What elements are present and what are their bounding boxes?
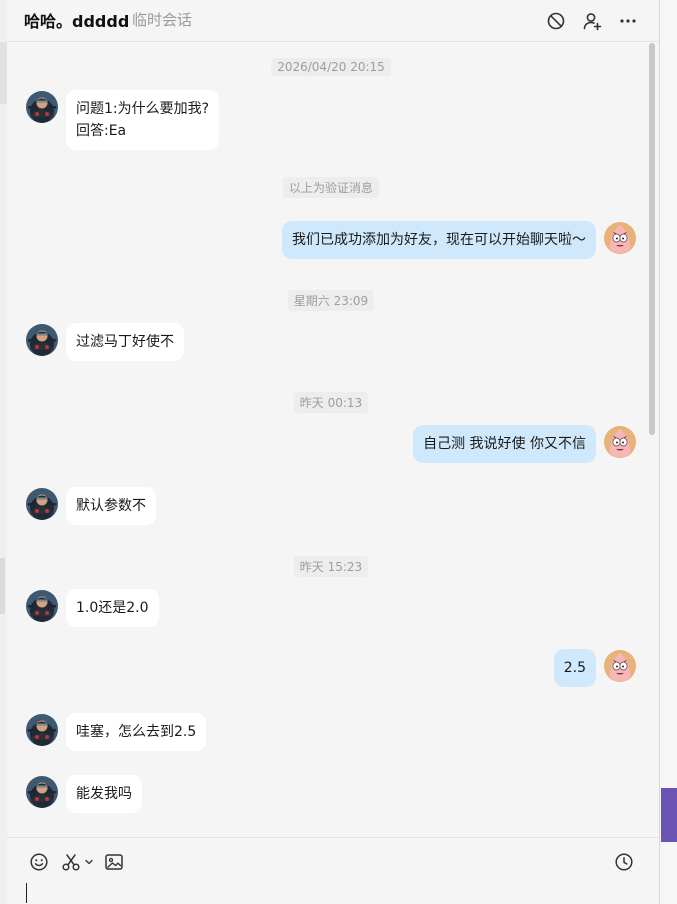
- message-bubble[interactable]: 自己测 我说好使 你又不信: [413, 425, 596, 463]
- message-bubble[interactable]: 过滤马丁好使不: [66, 323, 184, 361]
- history-clock-icon[interactable]: [613, 851, 635, 873]
- message-bubble[interactable]: 默认参数不: [66, 487, 156, 525]
- ninja-avatar[interactable]: [26, 324, 58, 356]
- right-panel-edge: [659, 0, 677, 904]
- chat-window: 哈哈。ddddd 临时会话 2026/04/20 20:15 问题1:为什么要加我…: [7, 0, 659, 904]
- image-icon[interactable]: [103, 851, 125, 873]
- left-panel-edge-highlight: [0, 42, 7, 104]
- left-panel-edge-tab: [0, 558, 5, 614]
- chat-subtitle: 临时会话: [132, 11, 193, 29]
- timestamp: 星期六 23:09: [287, 290, 375, 311]
- ninja-avatar-image: [26, 324, 58, 356]
- message-scrollbar[interactable]: [649, 43, 655, 435]
- message-text: 1.0还是2.0: [76, 600, 149, 616]
- more-icon[interactable]: [616, 9, 640, 33]
- composer: [7, 837, 659, 904]
- ninja-avatar-image: [26, 488, 58, 520]
- ninja-avatar[interactable]: [26, 590, 58, 622]
- message-text: 问题1:为什么要加我?: [76, 101, 210, 117]
- patrick-avatar-image: [604, 650, 636, 682]
- right-panel-accent[interactable]: [661, 788, 677, 842]
- add-friend-icon[interactable]: [580, 9, 604, 33]
- block-icon[interactable]: [544, 9, 568, 33]
- message-text: 过滤马丁好使不: [76, 334, 174, 350]
- patrick-avatar[interactable]: [604, 222, 636, 254]
- patrick-avatar-image: [604, 222, 636, 254]
- message-text: 哇塞，怎么去到2.5: [76, 724, 197, 740]
- screenshot-options-chevron-down-icon[interactable]: [84, 857, 94, 879]
- message-bubble[interactable]: 我们已成功添加为好友，现在可以开始聊天啦～: [282, 221, 596, 259]
- patrick-avatar[interactable]: [604, 426, 636, 458]
- patrick-avatar[interactable]: [604, 650, 636, 682]
- timestamp: 昨天 15:23: [293, 556, 369, 577]
- ninja-avatar-image: [26, 776, 58, 808]
- message-text: 回答:Ea: [76, 123, 127, 139]
- message-bubble[interactable]: 2.5: [553, 649, 596, 687]
- message-text: 能发我吗: [76, 786, 132, 802]
- system-notice: 以上为验证消息: [282, 177, 380, 198]
- ninja-avatar-image: [26, 714, 58, 746]
- chat-header: 哈哈。ddddd 临时会话: [7, 0, 659, 42]
- chat-title: 哈哈。ddddd: [24, 12, 130, 31]
- message-text: 我们已成功添加为好友，现在可以开始聊天啦～: [292, 232, 586, 248]
- ninja-avatar-image: [26, 91, 58, 123]
- emoji-icon[interactable]: [28, 851, 50, 873]
- ninja-avatar[interactable]: [26, 91, 58, 123]
- message-text: 2.5: [563, 660, 586, 676]
- message-text: 自己测 我说好使 你又不信: [423, 436, 586, 452]
- message-input[interactable]: [26, 883, 27, 903]
- timestamp: 昨天 00:13: [293, 392, 369, 413]
- screenshot-scissors-icon[interactable]: [60, 851, 82, 873]
- ninja-avatar[interactable]: [26, 714, 58, 746]
- message-bubble[interactable]: 问题1:为什么要加我? 回答:Ea: [66, 90, 220, 150]
- ninja-avatar[interactable]: [26, 776, 58, 808]
- ninja-avatar[interactable]: [26, 488, 58, 520]
- timestamp: 2026/04/20 20:15: [271, 58, 391, 76]
- left-panel-edge: [0, 0, 7, 904]
- message-bubble[interactable]: 能发我吗: [66, 775, 142, 813]
- message-text: 默认参数不: [76, 498, 146, 514]
- message-bubble[interactable]: 哇塞，怎么去到2.5: [66, 713, 207, 751]
- ninja-avatar-image: [26, 590, 58, 622]
- patrick-avatar-image: [604, 426, 636, 458]
- message-bubble[interactable]: 1.0还是2.0: [66, 589, 159, 627]
